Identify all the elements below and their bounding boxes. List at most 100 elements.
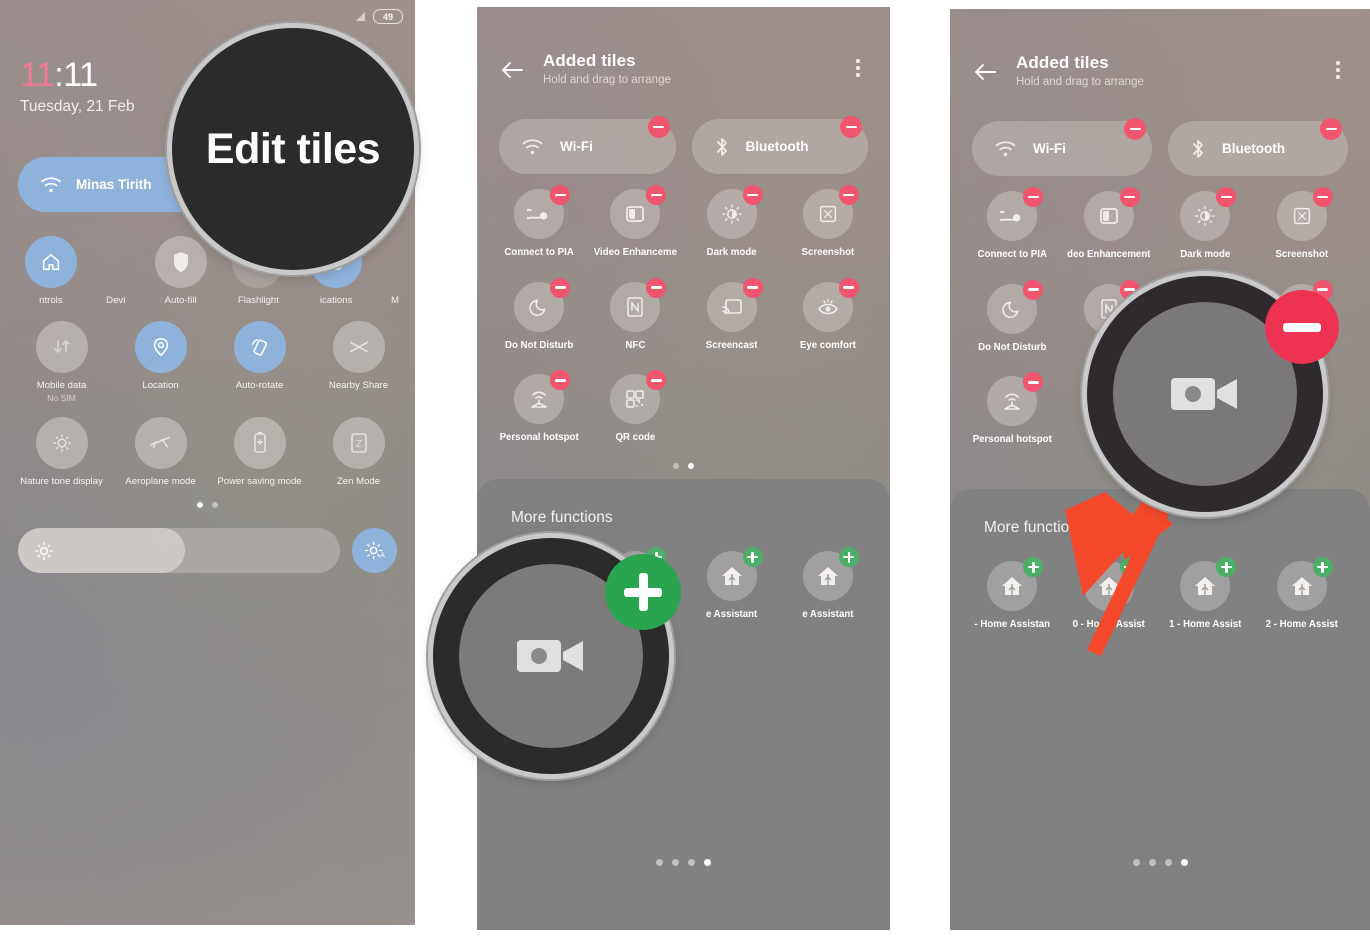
remove-badge[interactable] (646, 370, 667, 391)
tile-mobile-data[interactable]: Mobile data No SIM (12, 320, 111, 403)
home-assistant-icon (1002, 577, 1023, 595)
added-pill-wifi[interactable]: Wi-Fi (499, 116, 676, 174)
added-tile-eye-comfort[interactable]: Eye comfort (780, 277, 876, 352)
remove-badge[interactable] (550, 370, 571, 391)
quick-settings-pager[interactable] (0, 501, 415, 508)
more-tile-home-assistant[interactable]: e Assistant (684, 547, 780, 620)
remove-badge[interactable] (1312, 187, 1333, 207)
added-tile-dark-mode[interactable]: Dark mode (684, 185, 780, 259)
tile-auto-rotate[interactable]: Auto-rotate (210, 320, 309, 403)
remove-badge[interactable] (742, 185, 763, 205)
remove-badge[interactable] (1023, 279, 1044, 300)
callout-remove-badge[interactable] (1265, 290, 1339, 364)
added-tile-connect-to-pia[interactable]: Connect to PIA (964, 187, 1061, 261)
added-tile-personal-hotspot[interactable]: Personal hotspot (964, 372, 1061, 446)
remove-badge[interactable] (550, 277, 571, 298)
brightness-auto-button[interactable]: A (352, 528, 397, 573)
tile-location[interactable]: Location (111, 320, 210, 403)
add-badge[interactable] (1023, 557, 1044, 577)
pager-dot[interactable] (672, 859, 679, 866)
pager-dot[interactable] (1164, 859, 1172, 866)
more-tile-home-assistant[interactable]: e Assistant (780, 547, 876, 620)
remove-badge[interactable] (838, 185, 859, 205)
overflow-menu-icon[interactable] (1328, 57, 1348, 83)
added-tile-do-not-disturb[interactable]: Do Not Disturb (491, 277, 587, 352)
pager-dot[interactable] (656, 859, 663, 866)
tile-label: e Assistant (802, 609, 854, 620)
more-functions-pager[interactable] (477, 859, 890, 866)
tile-power-saving-mode[interactable]: Power saving mode (210, 416, 309, 488)
added-tiles-pager[interactable] (491, 462, 876, 469)
added-tile-screencast[interactable]: Screencast (684, 277, 780, 352)
pager-dot[interactable] (1132, 859, 1140, 866)
added-pill-bluetooth[interactable]: Bluetooth (1168, 118, 1348, 176)
add-badge[interactable] (1312, 557, 1333, 577)
back-arrow-icon[interactable] (972, 59, 998, 85)
add-badge[interactable] (1119, 557, 1140, 577)
remove-badge[interactable] (1216, 187, 1237, 207)
remove-badge[interactable] (1023, 372, 1044, 393)
callout-add-tile (433, 538, 681, 774)
added-pill-bluetooth[interactable]: Bluetooth (691, 116, 868, 174)
more-tile-home-assistant[interactable]: 1 - Home Assist (1157, 557, 1254, 630)
added-tile-screenshot[interactable]: Screenshot (1254, 187, 1351, 261)
svg-text:Z: Z (355, 439, 361, 450)
vpn-icon (527, 208, 548, 220)
pager-dot[interactable] (1180, 859, 1188, 866)
tile-circle (1180, 557, 1237, 611)
added-tile-do-not-disturb[interactable]: Do Not Disturb (964, 279, 1061, 354)
remove-badge[interactable] (1023, 187, 1044, 207)
added-tile-connect-to-pia[interactable]: Connect to PIA (491, 185, 587, 259)
pager-dot[interactable] (688, 859, 695, 866)
added-tile-video-enhancement[interactable]: Video Enhanceme (587, 185, 683, 259)
pager-dot[interactable] (673, 462, 679, 469)
add-badge[interactable] (1216, 557, 1237, 577)
page-title: Added tiles (543, 51, 636, 70)
added-pill-wifi[interactable]: Wi-Fi (972, 118, 1152, 176)
added-tile-video-enhancement[interactable]: deo Enhancement (1061, 187, 1158, 261)
remove-badge[interactable] (1320, 118, 1342, 140)
remove-badge[interactable] (1119, 187, 1140, 207)
added-tile-personal-hotspot[interactable]: Personal hotspot (491, 370, 587, 444)
tile-zen-mode[interactable]: Z Zen Mode (309, 416, 408, 488)
pager-dot[interactable] (197, 501, 203, 508)
more-functions-pager[interactable] (950, 859, 1370, 866)
tile-auto-fill[interactable]: Auto-fill (142, 236, 220, 307)
remove-badge[interactable] (646, 277, 667, 298)
add-badge[interactable] (742, 547, 763, 567)
remove-badge[interactable] (742, 277, 763, 298)
eye-comfort-icon (817, 298, 838, 314)
more-tile-home-assistant[interactable]: 0 - Home Assist (1061, 557, 1158, 630)
remove-badge[interactable] (1124, 118, 1146, 140)
more-tile-home-assistant[interactable]: 2 - Home Assist (1254, 557, 1351, 630)
remove-badge[interactable] (838, 277, 859, 298)
remove-badge[interactable] (647, 116, 670, 138)
added-tile-qr-code[interactable]: QR code (587, 370, 683, 444)
tile-nature-tone-display[interactable]: Nature tone display (12, 416, 111, 488)
tile-nearby-share[interactable]: Nearby Share (309, 320, 408, 403)
tile-circle (35, 416, 88, 469)
remove-badge[interactable] (550, 185, 571, 205)
remove-badge[interactable] (840, 116, 862, 138)
tile-devices[interactable]: Devi (90, 236, 142, 307)
add-badge[interactable] (838, 547, 859, 567)
tile-aeroplane-mode[interactable]: Aeroplane mode (111, 416, 210, 488)
added-tile-nfc[interactable]: NFC (587, 277, 683, 352)
tile-label: Auto-rotate (235, 379, 284, 391)
pager-dot[interactable] (704, 859, 711, 866)
overflow-menu-icon[interactable] (848, 55, 868, 81)
remove-badge[interactable] (646, 185, 667, 205)
pager-dot[interactable] (688, 462, 694, 469)
pager-dot[interactable] (212, 501, 218, 508)
back-arrow-icon[interactable] (499, 57, 525, 83)
brightness-slider[interactable] (18, 528, 340, 573)
callout-add-badge[interactable] (605, 554, 681, 630)
home-assistant-icon (1291, 577, 1312, 595)
pager-dot[interactable] (1148, 859, 1156, 866)
more-tile-home-assistant[interactable]: - Home Assistan (964, 557, 1061, 630)
added-tile-screenshot[interactable]: Screenshot (780, 185, 876, 259)
tile-home-controls[interactable]: ntrols (12, 236, 90, 307)
tile-more[interactable]: M (375, 236, 415, 307)
tile-circle (802, 277, 859, 332)
added-tile-dark-mode[interactable]: Dark mode (1157, 187, 1254, 261)
